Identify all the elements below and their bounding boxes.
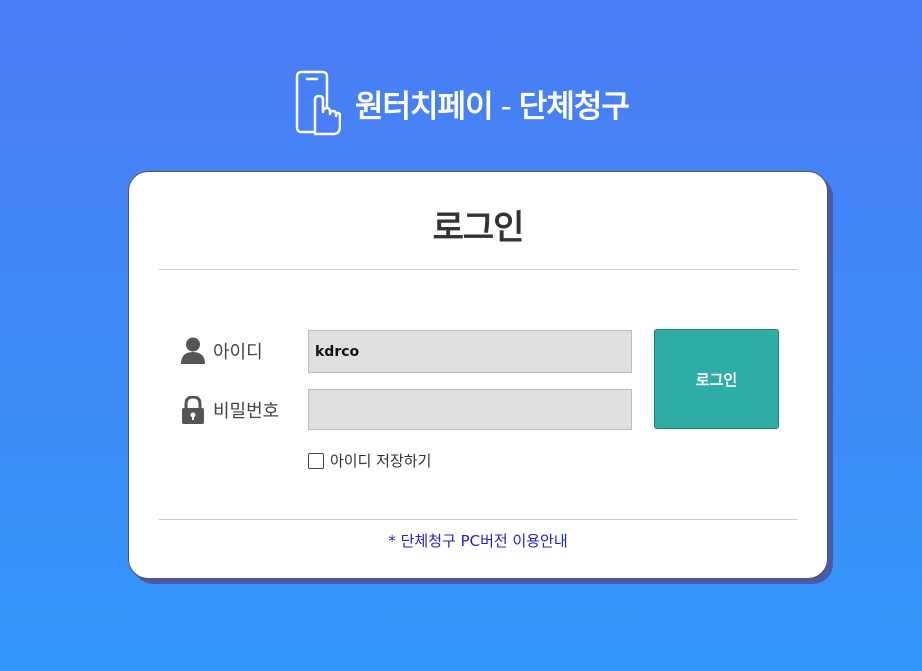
login-title: 로그인 [432, 208, 525, 248]
brand-subtitle: 단체청구 [518, 88, 630, 125]
remember-id-label: 아이디 저장하기 [330, 452, 432, 470]
brand-name: 원터치페이 [355, 88, 494, 125]
password-label-text: 비밀번호 [213, 401, 280, 422]
footer-divider [159, 519, 797, 520]
login-button[interactable]: 로그인 [654, 329, 779, 429]
id-label-text: 아이디 [213, 341, 263, 363]
password-input[interactable] [308, 389, 632, 430]
brand-separator: - [500, 88, 512, 125]
remember-id-checkbox[interactable] [308, 452, 324, 469]
remember-id[interactable]: 아이디 저장하기 [308, 450, 431, 471]
title-divider [159, 269, 797, 270]
brand-title: 원터치페이 - 단체청구 [355, 81, 630, 126]
id-label: 아이디 [181, 337, 263, 364]
id-input[interactable] [308, 330, 632, 373]
lock-icon [182, 396, 204, 424]
pc-guide-link[interactable]: * 단체청구 PC버전 이용안내 [129, 530, 827, 551]
brand-logo: 원터치페이 - 단체청구 [295, 70, 630, 136]
phone-touch-icon [295, 70, 341, 136]
password-label: 비밀번호 [181, 396, 279, 424]
user-icon [181, 337, 205, 364]
login-card: 로그인 아이디 비밀번호 로그인 아이디 저장하기 * 단체청구 PC버전 이용… [128, 171, 828, 579]
